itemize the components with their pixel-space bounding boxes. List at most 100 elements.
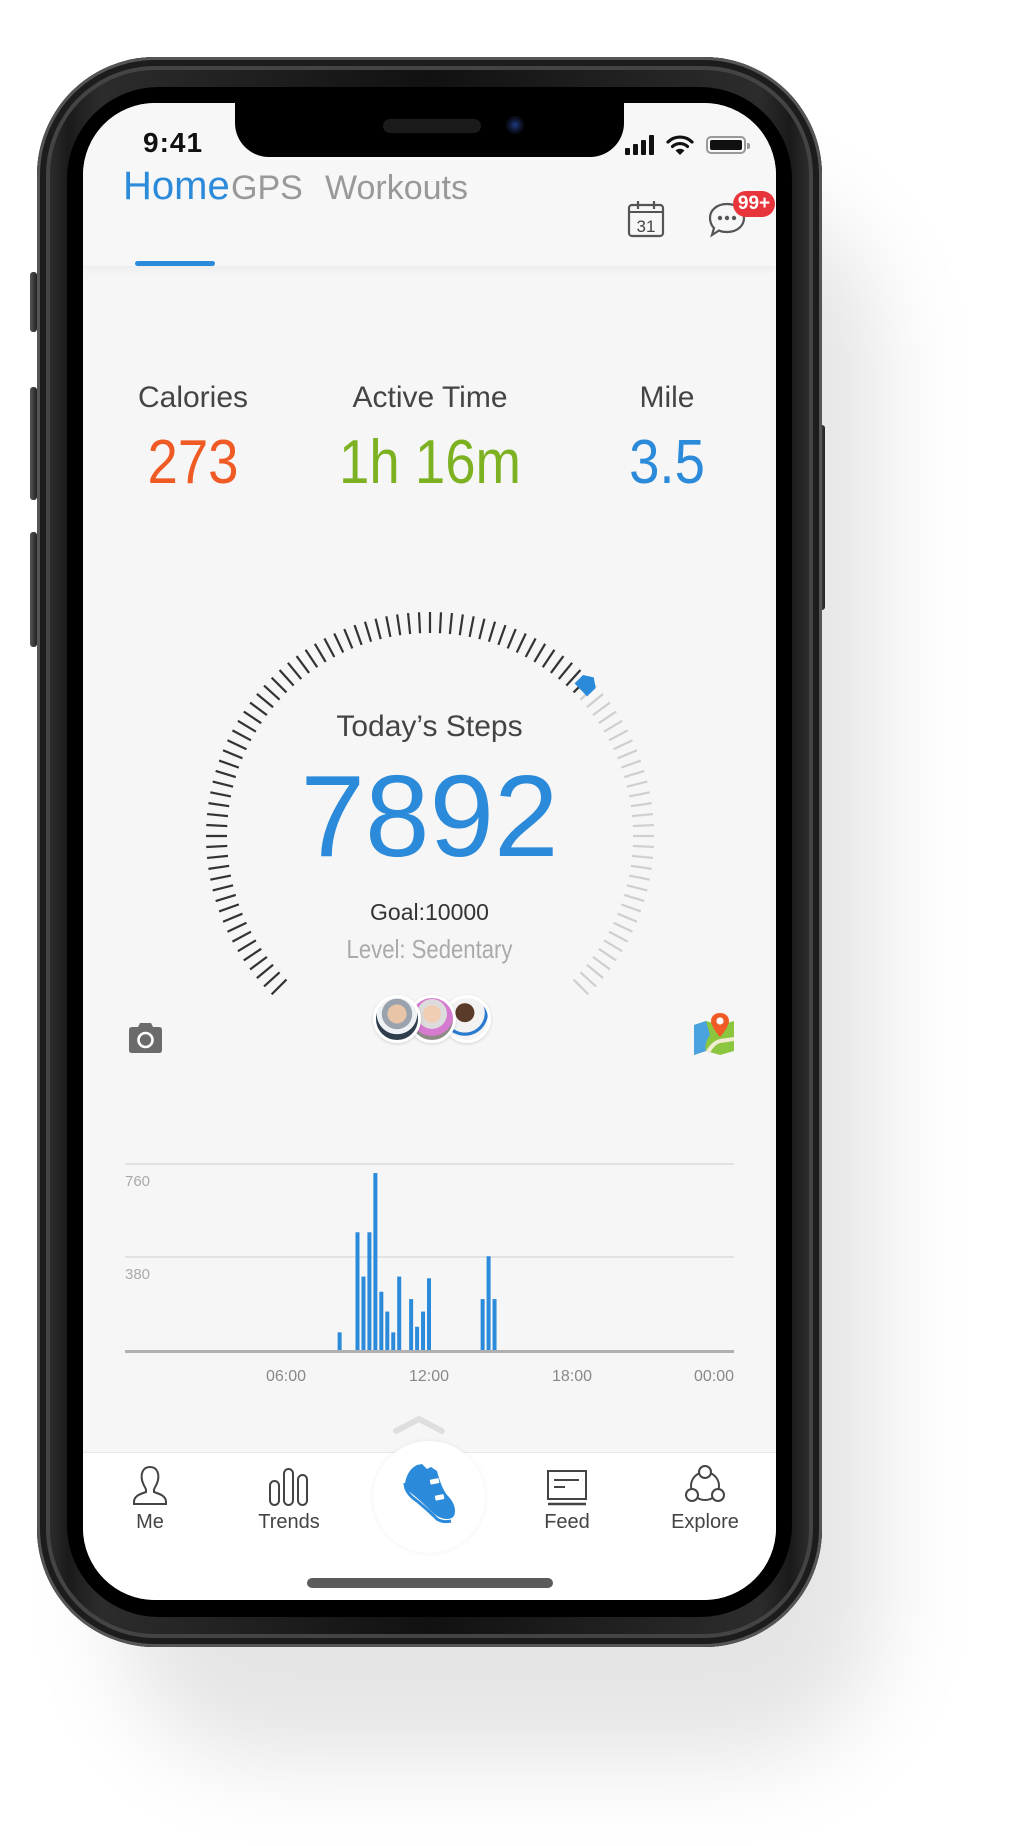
battery-icon	[706, 136, 750, 154]
cellular-signal-icon	[625, 135, 654, 155]
volume-up-button	[30, 387, 37, 500]
steps-title: Today’s Steps	[336, 710, 523, 743]
gauge-tick	[448, 612, 454, 635]
gauge-progress-marker	[574, 675, 596, 697]
gauge-tick	[374, 618, 382, 640]
newspaper-icon	[547, 1470, 587, 1506]
gauge-tick	[270, 676, 288, 694]
gauge-tick	[497, 624, 507, 646]
chart-bar	[385, 1311, 390, 1350]
nav-item-trends[interactable]: Trends	[239, 1463, 339, 1534]
gauge-tick	[541, 649, 556, 668]
gauge-tick	[287, 662, 303, 680]
steps-value[interactable]: 7892	[83, 752, 776, 881]
stat-value: 1h 16m	[339, 428, 521, 497]
tab-gps[interactable]: GPS	[231, 169, 303, 208]
gauge-tick	[487, 621, 497, 643]
stat-value: 273	[147, 428, 239, 497]
status-time: 9:41	[143, 127, 204, 158]
gauge-tick	[572, 978, 590, 996]
gauge-tick	[343, 628, 354, 649]
gauge-tick	[478, 618, 486, 640]
friends-avatars[interactable]	[373, 995, 493, 1043]
gauge-tick	[533, 643, 547, 663]
gauge-tick	[295, 655, 310, 674]
camera-icon[interactable]	[127, 1021, 164, 1054]
wifi-icon	[666, 135, 694, 155]
gauge-tick	[263, 971, 281, 988]
gauge-tick	[586, 693, 604, 709]
chart-bar	[337, 1332, 342, 1350]
gauge-tick	[323, 637, 336, 658]
gauge-tick	[579, 971, 597, 988]
gauge-tick	[626, 884, 648, 892]
active-tab-indicator	[135, 261, 215, 266]
gauge-tick	[278, 669, 295, 687]
map-pin-icon[interactable]	[692, 1011, 736, 1055]
gauge-tick	[586, 963, 604, 979]
gauge-tick	[256, 693, 274, 709]
stat-mile: Mile 3.5	[557, 381, 776, 498]
nav-item-explore[interactable]: Explore	[655, 1463, 755, 1534]
stat-label: Active Time	[352, 381, 508, 414]
chart-bar	[373, 1173, 378, 1350]
gauge-tick	[313, 643, 327, 663]
chart-bar	[361, 1276, 366, 1350]
chart-bar	[415, 1326, 420, 1350]
messages-badge: 99+	[733, 191, 775, 217]
x-tick-label: 06:00	[266, 1368, 306, 1383]
chart-bar	[397, 1276, 402, 1350]
front-camera	[506, 116, 524, 134]
gauge-tick	[212, 884, 234, 892]
speaker-grille	[383, 119, 481, 133]
chart-bar	[355, 1232, 360, 1350]
tab-home[interactable]: Home	[123, 164, 230, 209]
chart-bar	[409, 1299, 414, 1350]
gauge-tick	[524, 637, 537, 658]
mute-switch	[30, 272, 37, 332]
gauge-tick	[579, 684, 597, 701]
tab-workouts[interactable]: Workouts	[325, 169, 468, 208]
chart-bar	[492, 1299, 497, 1350]
gauge-tick	[396, 614, 402, 636]
gauge-tick	[438, 612, 443, 634]
chart-bar	[486, 1256, 491, 1350]
gauge-tick	[256, 963, 274, 979]
x-tick-label: 18:00	[552, 1368, 592, 1383]
volume-down-button	[30, 532, 37, 647]
nav-label: Explore	[671, 1511, 739, 1533]
gauge-tick	[304, 649, 319, 668]
bar-chart-icon	[269, 1468, 308, 1506]
steps-goal: Goal:10000	[370, 899, 489, 925]
calendar-icon[interactable]: 31	[626, 199, 666, 239]
gauge-tick	[363, 621, 373, 643]
hourly-steps-chart: 380 760 06:00 12:00 18:00 00:00	[125, 1163, 734, 1383]
app-screen: Home GPS Workouts 31 99+ 9:41 Calories 2…	[83, 103, 776, 1600]
avatar[interactable]	[373, 995, 421, 1043]
stat-calories: Calories 273	[83, 381, 303, 498]
notch	[235, 103, 624, 157]
gauge-tick	[550, 655, 565, 674]
nav-item-activity[interactable]	[373, 1441, 485, 1553]
chart-bar	[367, 1232, 372, 1350]
gauge-tick	[385, 616, 392, 638]
gauge-tick	[417, 612, 422, 634]
nav-label: Trends	[258, 1511, 320, 1533]
chart-bar	[391, 1332, 396, 1350]
chart-bar	[421, 1311, 426, 1350]
stat-label: Mile	[639, 381, 695, 414]
y-tick-label: 760	[125, 1173, 150, 1190]
stat-label: Calories	[137, 381, 249, 414]
gauge-tick	[263, 684, 281, 701]
chevron-up-icon[interactable]	[393, 1415, 445, 1435]
sneaker-icon	[403, 1464, 455, 1524]
nav-item-me[interactable]: Me	[100, 1463, 200, 1534]
home-indicator[interactable]	[307, 1578, 553, 1588]
community-icon	[685, 1465, 725, 1502]
gauge-tick	[458, 614, 464, 636]
chart-bar	[379, 1291, 384, 1350]
gauge-tick	[333, 633, 345, 653]
nav-item-feed[interactable]: Feed	[517, 1463, 617, 1534]
calendar-day: 31	[637, 217, 656, 236]
activity-level: Level: Sedentary	[346, 934, 513, 964]
